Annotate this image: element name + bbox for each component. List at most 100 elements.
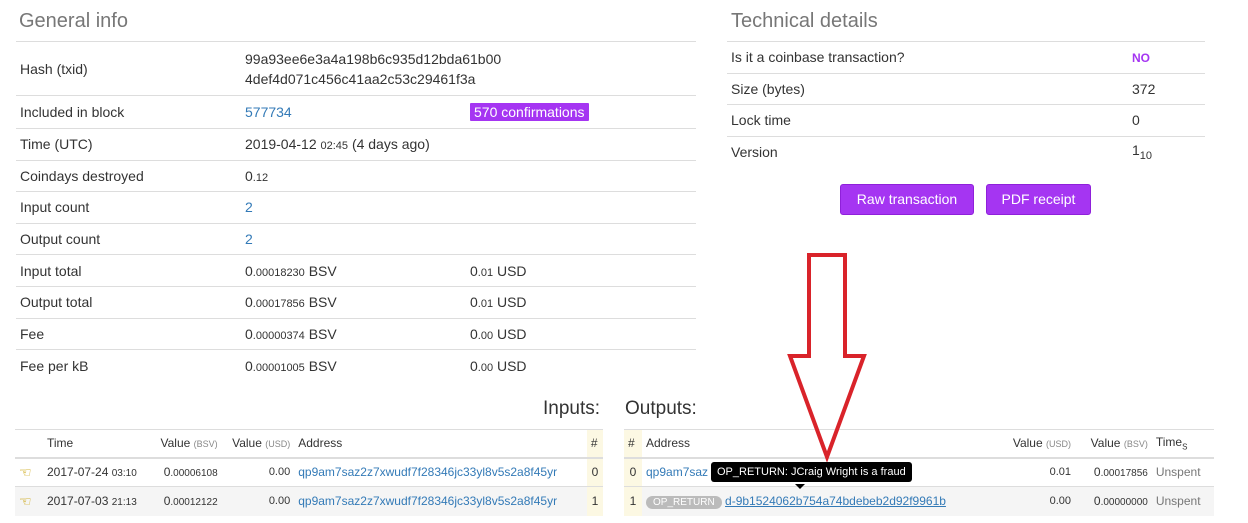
op-return-badge: OP_RETURN	[646, 496, 722, 510]
coindays-row: Coindays destroyed 0.12	[16, 159, 696, 192]
usd-unit: USD	[496, 357, 527, 374]
outputs-header-row: # Address Value (USD) Value (BSV) TimeS	[624, 429, 1214, 459]
input-total-unit: BSV	[308, 262, 337, 279]
raw-transaction-button[interactable]: Raw transaction ⋮⋮⋮	[840, 184, 974, 236]
fee-kb-int: 0	[245, 357, 253, 374]
output-index: 1	[624, 486, 642, 516]
fee-per-kb-label: Fee per kB	[16, 349, 241, 382]
binary-icon: ⋮⋮⋮	[893, 225, 922, 236]
time-label: Time (UTC)	[16, 128, 241, 161]
op-return-link[interactable]: d-9b1524062b754a74bdebeb2d92f9961b	[725, 494, 946, 508]
output-count-row: Output count 2	[16, 222, 696, 255]
coindays-label: Coindays destroyed	[16, 159, 241, 192]
time-clock: 02:45	[320, 140, 349, 153]
input-time: 2017-07-24 03:10	[43, 457, 151, 487]
output-total-label: Output total	[16, 285, 241, 319]
time-ago: (4 days ago)	[351, 136, 430, 153]
general-info-title: General info	[19, 10, 128, 32]
usd-unit: USD	[496, 325, 527, 342]
hash-line-2: 4def4d071c456c41aa2c53c29461f3a	[245, 70, 476, 87]
input-count-label: Input count	[16, 191, 241, 224]
outputs-col-index: #	[624, 429, 642, 459]
version-base: 10	[1139, 150, 1153, 163]
locktime-value: 0	[1128, 104, 1205, 137]
fee-dec: .00000374	[252, 329, 305, 342]
fee-kb-unit: BSV	[308, 357, 337, 374]
usd-unit: USD	[496, 294, 527, 311]
inputs-icon-col	[15, 429, 43, 459]
input-total-usd-int: 0	[470, 262, 478, 279]
input-total-dec: .00018230	[252, 266, 305, 279]
block-label: Included in block	[16, 95, 241, 129]
outputs-header: Outputs:	[625, 398, 697, 419]
output-total-usd-dec: .01	[477, 298, 494, 311]
input-total-int: 0	[245, 262, 253, 279]
inputs-col-time: Time	[43, 429, 151, 459]
fee-unit: BSV	[308, 325, 337, 342]
coinbase-label: Is it a coinbase transaction?	[727, 41, 1128, 74]
output-status: Unspent	[1151, 486, 1214, 516]
output-status: Unspent	[1151, 457, 1214, 487]
output-row: 1 OP_RETURN d-9b1524062b754a74bdebeb2d92…	[624, 486, 1214, 516]
output-total-dec: .00017856	[252, 298, 305, 311]
time-value: 2019-04-12 02:45 (4 days ago)	[241, 128, 696, 161]
locktime-row: Lock time 0	[727, 104, 1205, 137]
input-value-usd: 0.00	[221, 486, 295, 516]
version-row: Version 110	[727, 135, 1205, 168]
coindays-int: 0	[245, 167, 253, 184]
input-address[interactable]: qp9am7saz2z7xwudf7f28346jc33yl8v5s2a8f45…	[294, 457, 587, 487]
block-row: Included in block 577734 570 confirmatio…	[16, 95, 696, 129]
fee-kb-dec: .00001005	[252, 361, 305, 374]
coindays-dec: .12	[252, 171, 269, 184]
usd-unit: USD	[496, 262, 527, 279]
fee-kb-usd-int: 0	[470, 357, 478, 374]
confirmations-badge: 570 confirmations	[470, 103, 589, 121]
input-value-usd: 0.00	[221, 457, 295, 487]
inputs-col-index: #	[586, 429, 603, 459]
hand-pointer-icon[interactable]: ☜	[15, 457, 43, 487]
output-value: 0.00000000	[1075, 486, 1152, 516]
outputs-col-value-usd: Value (USD)	[997, 429, 1075, 459]
pdf-receipt-label: PDF receipt	[1001, 191, 1076, 207]
fee-kb-usd-dec: .00	[477, 361, 494, 374]
tooltip-arrow	[795, 484, 805, 489]
output-value: 0.00017856	[1075, 457, 1152, 487]
output-count-link[interactable]: 2	[245, 231, 253, 247]
output-address[interactable]: OP_RETURN d-9b1524062b754a74bdebeb2d92f9…	[642, 486, 997, 516]
input-count-row: Input count 2	[16, 191, 696, 224]
version-label: Version	[727, 135, 1128, 168]
input-row: ☜ 2017-07-24 03:10 0.00006108 0.00 qp9am…	[15, 457, 603, 487]
pdf-receipt-button[interactable]: PDF receipt	[986, 184, 1091, 233]
fee-row: Fee 0.00000374 BSV 0.00 USD	[16, 317, 696, 350]
input-index: 0	[586, 457, 603, 487]
output-value-usd: 0.01	[997, 457, 1075, 487]
inputs-table: Time Value (BSV) Value (USD) Address # ☜…	[15, 429, 603, 516]
input-count-link[interactable]: 2	[245, 199, 253, 215]
hand-pointer-icon[interactable]: ☜	[15, 486, 43, 516]
annotation-arrow-icon	[787, 253, 867, 462]
input-total-label: Input total	[16, 254, 241, 287]
fee-label: Fee	[16, 317, 241, 350]
hash-value: 99a93ee6e3a4a198b6c935d12bda61b00 4def4d…	[241, 41, 696, 96]
inputs-col-value-usd: Value (USD)	[221, 429, 295, 459]
size-value: 372	[1128, 72, 1205, 105]
fee-usd-int: 0	[470, 325, 478, 342]
raw-transaction-label: Raw transaction	[856, 191, 958, 207]
version-value: 1	[1132, 142, 1140, 159]
input-value: 0.00012122	[150, 486, 222, 516]
block-link[interactable]: 577734	[245, 104, 292, 120]
output-value-usd: 0.00	[997, 486, 1075, 516]
output-total-unit: BSV	[308, 294, 337, 311]
fee-per-kb-row: Fee per kB 0.00001005 BSV 0.00 USD	[16, 349, 696, 382]
hash-row: Hash (txid) 99a93ee6e3a4a198b6c935d12bda…	[16, 41, 696, 96]
input-total-row: Input total 0.00018230 BSV 0.01 USD	[16, 254, 696, 287]
technical-details-title: Technical details	[731, 10, 878, 32]
size-row: Size (bytes) 372	[727, 72, 1205, 105]
inputs-col-address: Address	[294, 429, 587, 459]
input-index: 1	[586, 486, 603, 516]
input-address[interactable]: qp9am7saz2z7xwudf7f28346jc33yl8v5s2a8f45…	[294, 486, 587, 516]
input-total-usd-dec: .01	[477, 266, 494, 279]
size-label: Size (bytes)	[727, 72, 1128, 105]
locktime-label: Lock time	[727, 104, 1128, 137]
outputs-col-value: Value (BSV)	[1075, 429, 1152, 459]
